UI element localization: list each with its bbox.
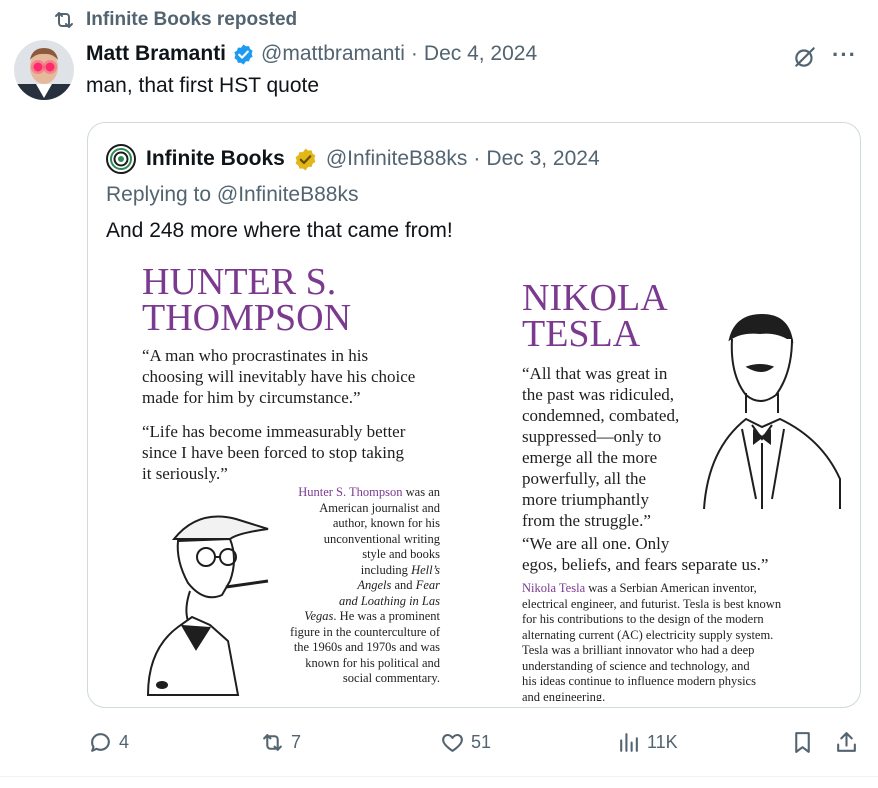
like-button[interactable]: 51 [440,726,491,758]
share-button[interactable] [834,726,865,758]
quoted-author-name[interactable]: Infinite Books [146,147,285,171]
left-quote-1: “A man who procrastinates in his choosin… [142,346,416,407]
repost-icon [55,12,73,28]
bookmark-icon [795,731,810,753]
replying-to[interactable]: Replying to @InfiniteB88ks [106,183,358,207]
grok-icon[interactable] [792,44,818,70]
separator: · [473,147,481,170]
repost-banner-text: Infinite Books reposted [86,9,298,30]
right-name-line1: NIKOLA [522,277,668,319]
infinite-books-avatar[interactable] [106,144,136,174]
left-name-line2: THOMPSON [142,297,352,339]
like-count: 51 [471,731,492,752]
right-quote-2: “We are all one. Only egos, beliefs, and… [522,534,769,574]
repost-button[interactable]: 7 [260,726,301,758]
author-name[interactable]: Matt Bramanti [86,42,226,66]
repost-count: 7 [291,731,302,752]
like-icon [442,733,463,752]
quoted-date[interactable]: Dec 3, 2024 [486,147,599,171]
verified-badge-icon[interactable] [232,43,255,66]
gold-badge-icon[interactable] [293,147,318,172]
quote-image[interactable]: HUNTER S. THOMPSON “A man who procrastin… [106,265,844,701]
more-icon[interactable]: ··· [832,42,862,68]
views-icon [620,732,638,752]
right-quote-1: “All that was great in the past was ridi… [522,364,680,530]
quoted-post[interactable]: Infinite Books @InfiniteB88ks · Dec 3, 2… [87,122,861,708]
post-text: man, that first HST quote [86,74,320,97]
separator: · [410,42,418,65]
nikola-tesla-illustration [703,313,841,510]
repost-banner[interactable]: Infinite Books reposted [52,8,297,32]
quoted-text: And 248 more where that came from! [106,219,453,242]
post-date[interactable]: Dec 4, 2024 [424,42,537,66]
quoted-header: Infinite Books @InfiniteB88ks · Dec 3, 2… [106,143,600,175]
reply-count: 4 [119,731,130,752]
share-icon [837,731,856,752]
quoted-author-handle[interactable]: @InfiniteB88ks [326,147,468,171]
reply-button[interactable]: 4 [88,726,129,758]
avatar-image [14,40,74,100]
left-quote-2: “Life has become immeasurably better sin… [142,422,406,483]
bookmark-button[interactable] [790,726,821,758]
view-count: 11K [647,731,678,752]
avatar[interactable] [14,40,74,100]
left-name-line1: HUNTER S. [142,265,337,303]
hunter-thompson-illustration [146,515,269,696]
views-button[interactable]: 11K [616,726,678,758]
right-name-line2: TESLA [522,313,641,355]
post-header: Matt Bramanti @mattbramanti · Dec 4, 202… [86,38,537,70]
reply-icon [91,732,110,752]
author-handle[interactable]: @mattbramanti [261,42,405,66]
right-bio: Nikola Tesla was a Serbian American inve… [522,581,782,701]
action-bar: 4 7 51 11K [0,726,878,758]
divider [0,776,878,777]
repost-icon [263,733,282,751]
